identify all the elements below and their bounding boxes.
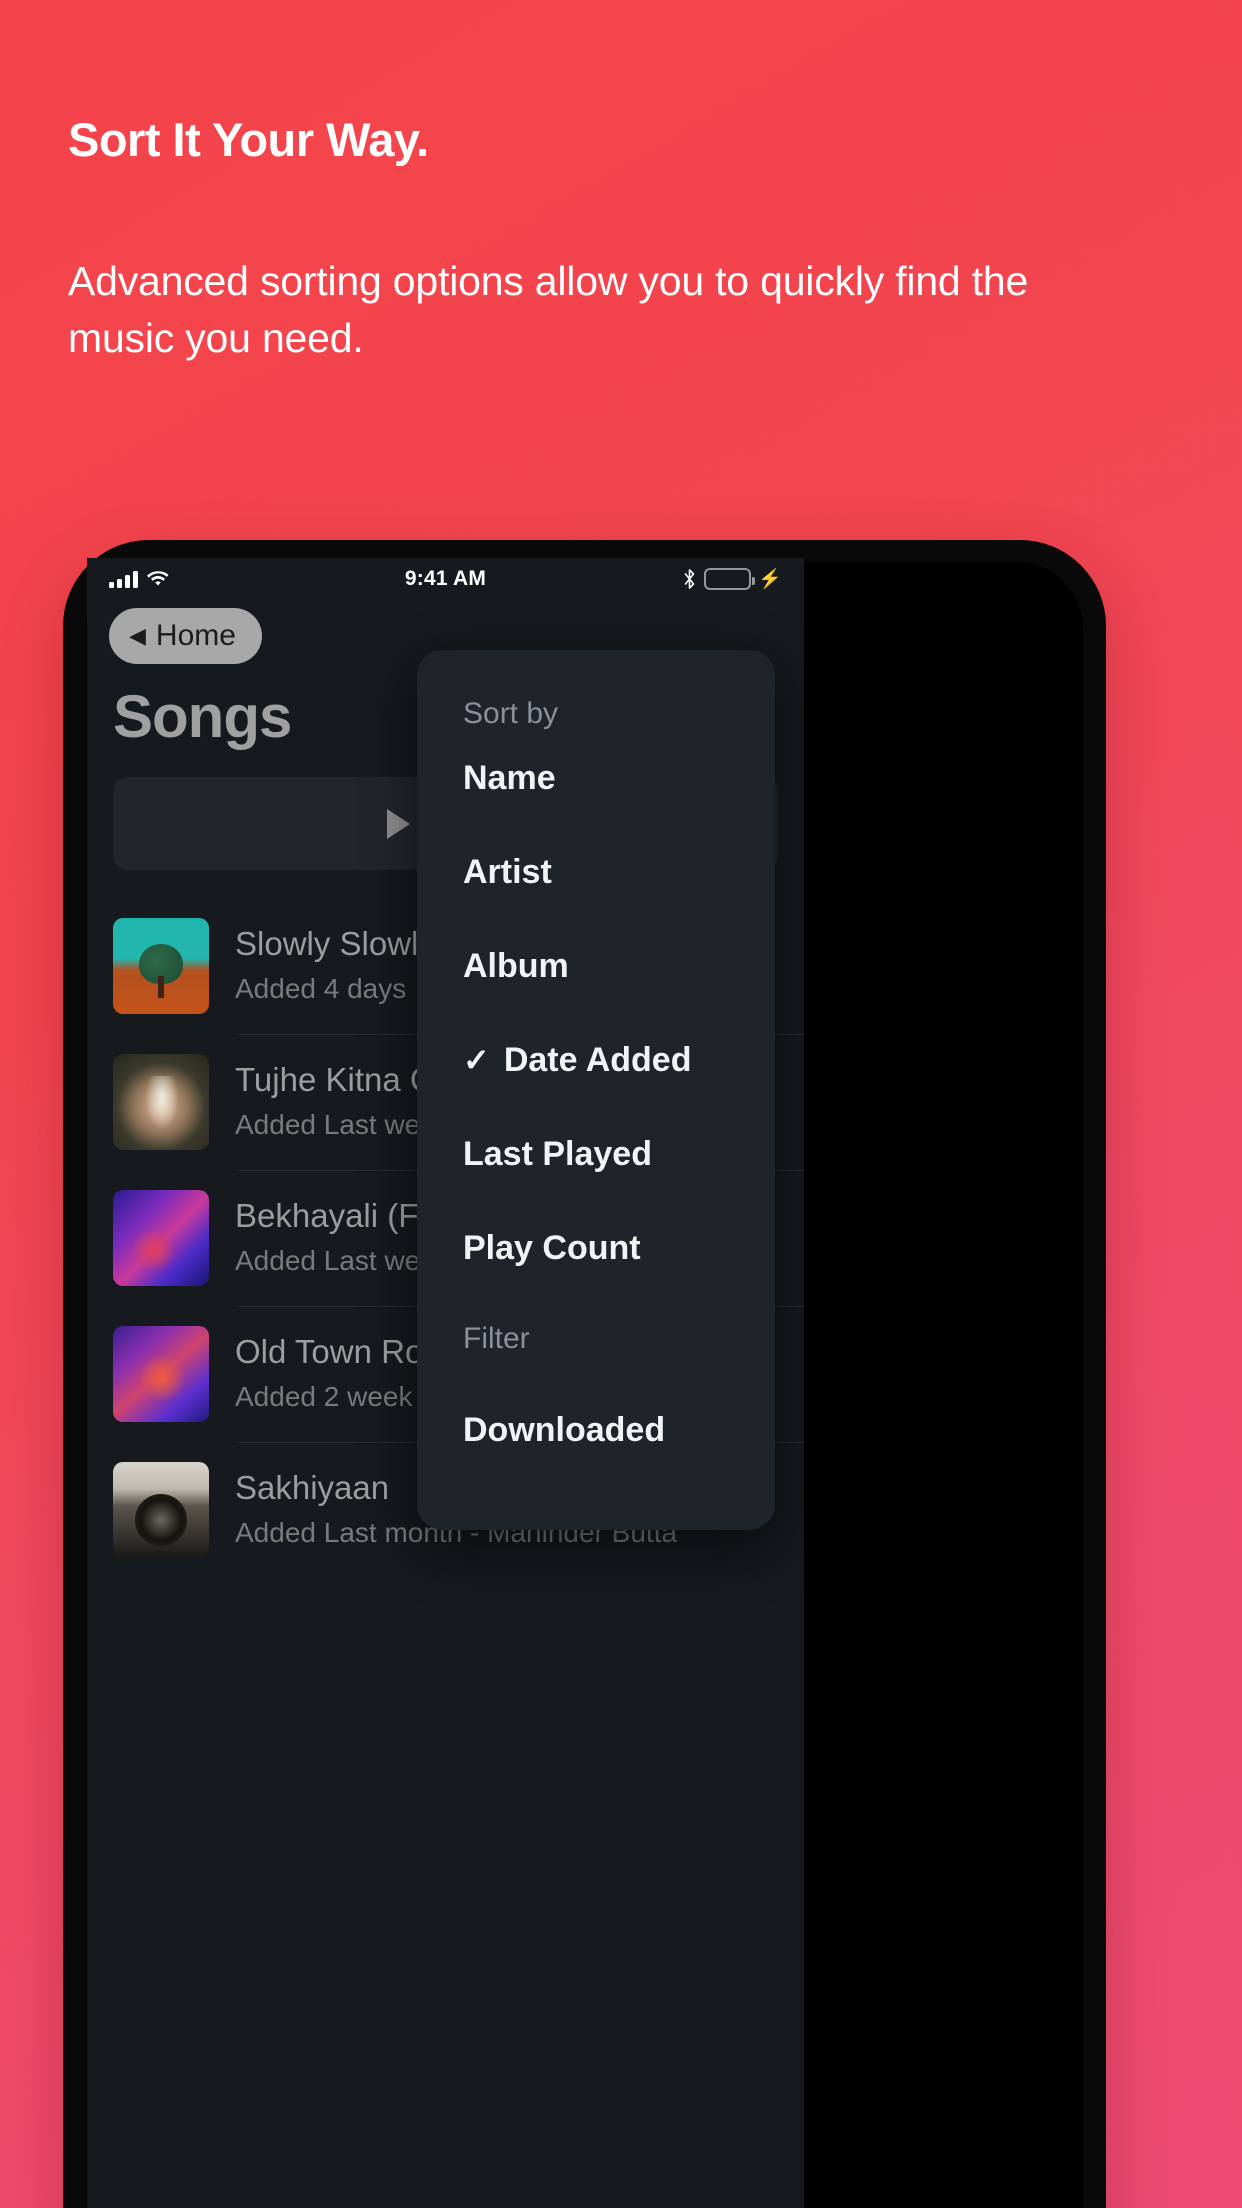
wifi-icon <box>147 570 169 586</box>
sort-menu-popup: Sort by Name Artist Album ✓ Date Added L… <box>417 650 775 1530</box>
album-art <box>113 1190 209 1286</box>
list-item-meta: Slowly Slowly Added 4 days <box>235 923 435 1010</box>
battery-icon <box>704 568 756 590</box>
sort-section-header: Sort by <box>463 697 559 730</box>
sort-option-label: Album <box>463 946 569 985</box>
bluetooth-icon <box>685 569 695 589</box>
app-screen: 9:41 AM ⚡ ◀ Home Songs Play <box>87 558 804 2208</box>
sort-option-play-count[interactable]: Play Count <box>463 1201 775 1295</box>
sort-option-label: Play Count <box>463 1228 641 1267</box>
lightning-bolt-icon: ⚡ <box>758 568 782 590</box>
filter-option-downloaded[interactable]: Downloaded <box>463 1383 775 1477</box>
list-item-meta: Old Town Ro Added 2 week <box>235 1331 423 1418</box>
filter-option-label: Downloaded <box>463 1410 666 1449</box>
page-headline: Sort It Your Way. <box>68 113 429 166</box>
song-title: Old Town Ro <box>235 1332 424 1370</box>
song-subtitle: Added 4 days <box>235 972 407 1004</box>
song-subtitle: Added 2 week <box>235 1380 413 1412</box>
song-title: Tujhe Kitna C <box>235 1060 434 1098</box>
back-button-label: Home <box>155 619 236 652</box>
song-subtitle: Added Last we <box>235 1244 421 1276</box>
sort-option-label: Last Played <box>463 1134 652 1173</box>
sort-option-label: Name <box>463 758 556 797</box>
album-art <box>113 1326 209 1422</box>
checkmark-icon: ✓ <box>463 1042 490 1078</box>
album-art <box>113 918 209 1014</box>
sort-option-label: Artist <box>463 852 552 891</box>
album-art <box>113 1462 209 1558</box>
album-art <box>113 1054 209 1150</box>
status-bar: 9:41 AM ⚡ <box>87 558 804 600</box>
back-button[interactable]: ◀ Home <box>109 608 262 664</box>
sort-option-date-added[interactable]: ✓ Date Added <box>463 1013 775 1107</box>
sort-option-album[interactable]: Album <box>463 919 775 1013</box>
sort-option-label: Date Added <box>503 1040 692 1079</box>
song-title: Bekhayali (F <box>235 1196 419 1234</box>
signal-bars-icon <box>109 570 138 588</box>
sort-option-name[interactable]: Name <box>463 731 775 825</box>
song-subtitle: Added Last we <box>235 1108 421 1140</box>
sort-option-last-played[interactable]: Last Played <box>463 1107 775 1201</box>
play-triangle-icon <box>386 808 410 839</box>
back-triangle-icon: ◀ <box>129 623 146 648</box>
status-bar-left <box>109 570 169 588</box>
list-item-meta: Tujhe Kitna C Added Last we <box>235 1059 434 1146</box>
filter-section-header: Filter <box>463 1322 530 1355</box>
song-title: Slowly Slowly <box>235 924 435 962</box>
page-subheadline: Advanced sorting options allow you to qu… <box>68 258 1029 361</box>
status-bar-right: ⚡ <box>682 568 782 590</box>
sort-option-artist[interactable]: Artist <box>463 825 775 919</box>
list-item-meta: Bekhayali (F Added Last we <box>235 1195 420 1282</box>
